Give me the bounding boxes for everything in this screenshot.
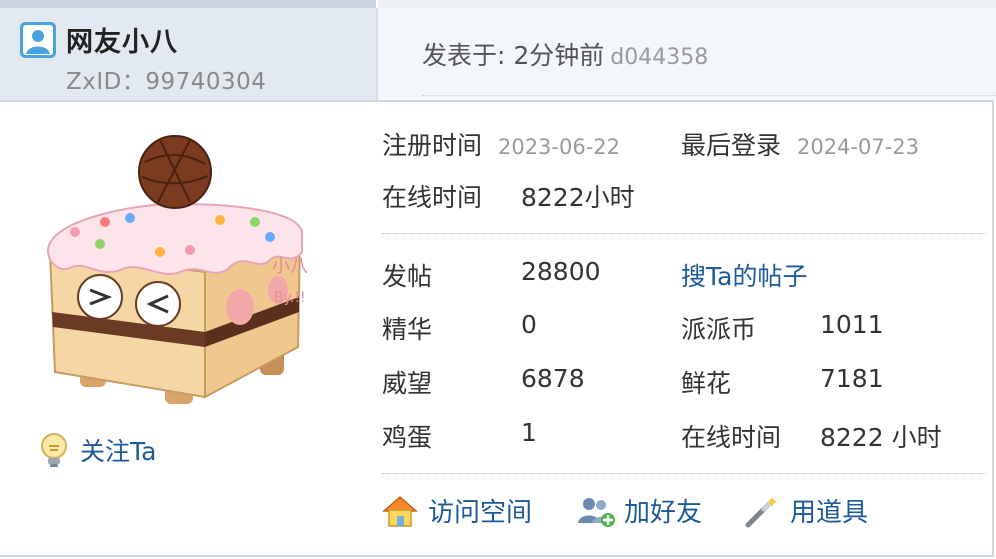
stat-online2-value: 8222 小时 <box>820 423 942 452</box>
use-item-button[interactable]: 用道具 <box>742 492 868 529</box>
online-label: 在线时间 <box>382 183 483 212</box>
post-meta-header: 发表于: 2分钟前 d044358 <box>378 8 996 100</box>
stat-digest-label: 精华 <box>382 315 433 344</box>
stat-posts-label: 发帖 <box>382 262 433 291</box>
register-label: 注册时间 <box>382 131 483 160</box>
stat-online2-label: 在线时间 <box>681 423 782 452</box>
stat-coins-value: 1011 <box>820 310 884 339</box>
header-top-strip <box>0 0 376 8</box>
post-time-text: 发表于: 2分钟前 <box>422 41 605 70</box>
user-icon <box>20 22 56 58</box>
stat-posts-value: 28800 <box>521 257 601 286</box>
follow-button[interactable]: 关注Ta <box>38 432 156 468</box>
visit-space-label: 访问空间 <box>428 498 533 528</box>
avatar-tag: 小八 <box>272 256 308 277</box>
stat-flowers-label: 鲜花 <box>681 369 732 398</box>
header-divider <box>422 95 996 96</box>
stat-digest-value: 0 <box>521 310 537 339</box>
post-id: d044358 <box>610 45 709 70</box>
post-time: 发表于: 2分钟前 d044358 <box>422 36 708 72</box>
user-profile-card: 小八 By.!! 关注Ta 注册时间 2023-06-22 最后登录 2024-… <box>0 100 994 557</box>
online-value: 8222小时 <box>521 183 635 212</box>
username[interactable]: 网友小八 <box>66 20 178 59</box>
stat-coins-label: 派派币 <box>681 315 757 344</box>
stat-eggs-value: 1 <box>521 418 537 447</box>
header-top-strip-right <box>378 0 996 8</box>
divider-2 <box>382 473 986 474</box>
use-item-label: 用道具 <box>790 498 869 528</box>
avatar[interactable]: 小八 By.!! <box>30 132 330 422</box>
stat-prestige-label: 威望 <box>382 369 433 398</box>
magic-wand-icon <box>745 496 778 527</box>
lastlogin-value: 2024-07-23 <box>796 135 920 159</box>
home-icon <box>382 495 418 527</box>
add-friend-label: 加好友 <box>624 498 703 528</box>
follow-label: 关注Ta <box>80 437 157 466</box>
online-row: 在线时间 <box>382 178 482 214</box>
stat-prestige-value: 6878 <box>521 364 585 393</box>
lightbulb-icon <box>41 433 67 467</box>
stat-flowers-value: 7181 <box>820 364 884 393</box>
lastlogin-label: 最后登录 <box>681 131 782 160</box>
lastlogin-row: 最后登录 2024-07-23 <box>681 126 919 162</box>
visit-space-button[interactable]: 访问空间 <box>380 492 532 529</box>
divider-1 <box>382 233 986 234</box>
add-friend-button[interactable]: 加好友 <box>576 492 702 529</box>
register-row: 注册时间 2023-06-22 <box>382 126 620 162</box>
add-friend-icon <box>578 497 615 527</box>
search-posts-link[interactable]: 搜Ta的帖子 <box>681 257 807 293</box>
user-zxid: ZxID：99740304 <box>66 69 267 95</box>
register-value: 2023-06-22 <box>497 135 621 159</box>
user-header: 网友小八 ZxID：99740304 <box>0 8 378 100</box>
avatar-tag-sub: By.!! <box>274 290 306 306</box>
stat-eggs-label: 鸡蛋 <box>382 423 433 452</box>
